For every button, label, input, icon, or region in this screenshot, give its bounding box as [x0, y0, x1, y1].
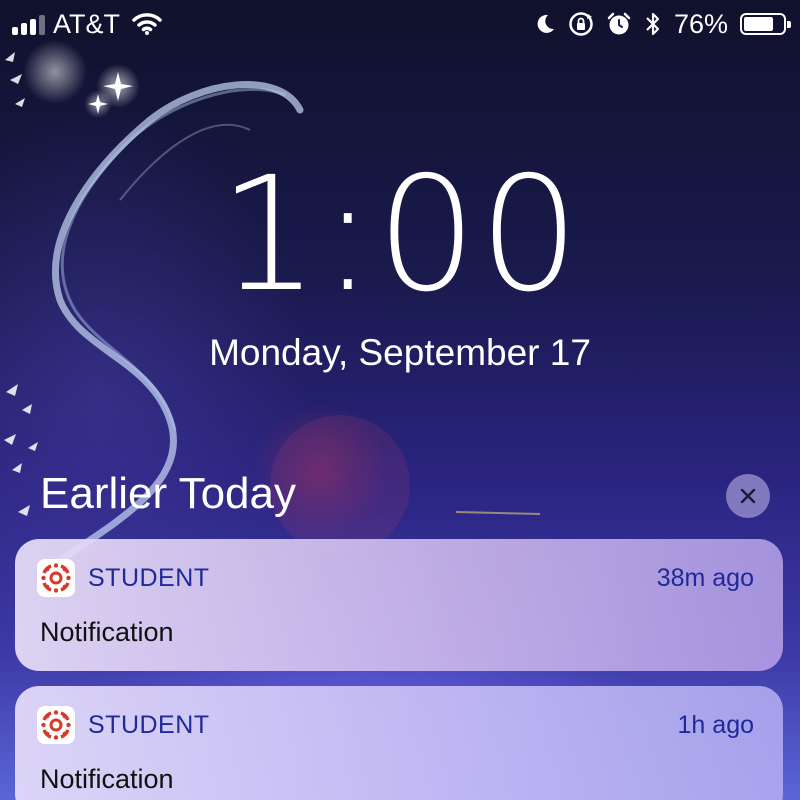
carrier-name: AT&T: [53, 9, 120, 39]
notification-time: 38m ago: [656, 564, 754, 592]
canvas-app-icon: [37, 706, 75, 744]
status-bar: AT&T 76%: [0, 0, 800, 48]
battery-cap: [787, 21, 791, 28]
notification-time: 1h ago: [677, 711, 754, 739]
lock-screen: AT&T 76% 1:00 Monday, September 17 Earli…: [0, 0, 800, 800]
notification-message: Notification: [40, 764, 174, 794]
status-right: 76%: [534, 8, 791, 40]
notification-card[interactable]: STUDENT 38m ago Notification: [15, 539, 783, 671]
wallpaper-art: [4, 40, 541, 564]
carrier-group: AT&T: [12, 8, 162, 40]
clear-notifications-button[interactable]: [726, 474, 770, 518]
lock-screen-time: 1:00: [218, 143, 582, 327]
lock-screen-date: Monday, September 17: [209, 332, 591, 373]
canvas-app-icon: [37, 559, 75, 597]
close-icon: [740, 488, 756, 504]
notification-card[interactable]: STUDENT 1h ago Notification: [15, 686, 783, 800]
bluetooth-icon: [646, 12, 660, 36]
notification-section-title: Earlier Today: [40, 469, 296, 518]
notification-app-name: STUDENT: [88, 564, 210, 592]
moon-icon: [537, 14, 554, 33]
rotation-lock-icon: [569, 12, 593, 36]
wifi-icon: [132, 13, 162, 35]
notification-message: Notification: [40, 617, 174, 647]
battery-icon: [740, 13, 791, 35]
alarm-icon: [607, 12, 631, 35]
notification-app-name: STUDENT: [88, 711, 210, 739]
signal-icon: [12, 13, 45, 35]
battery-percent: 76%: [673, 9, 728, 39]
battery-fill: [744, 17, 773, 31]
